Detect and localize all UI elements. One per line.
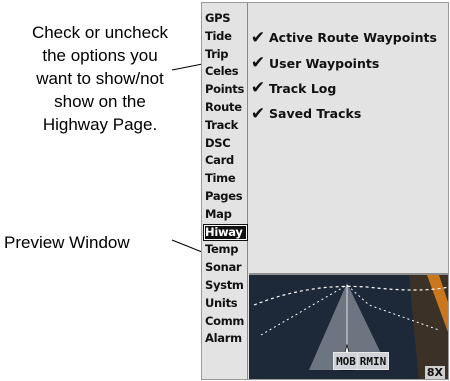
option-row[interactable]: ✔ Active Route Waypoints <box>249 25 437 50</box>
rmin-label: RMIN <box>357 352 389 370</box>
tab-celes[interactable]: Celes <box>203 63 248 81</box>
tab-sonar[interactable]: Sonar <box>203 259 248 277</box>
option-label: User Waypoints <box>269 55 380 71</box>
tab-points[interactable]: Points <box>203 81 248 99</box>
option-label: Active Route Waypoints <box>269 30 437 46</box>
tab-systm[interactable]: Systm <box>203 277 248 295</box>
preview-window: MOB RMIN 8X <box>249 273 448 379</box>
setup-tab-list: GPS Tide Trip Celes Points Route Track DSC Card T… <box>202 10 248 348</box>
tab-time[interactable]: Time <box>203 170 248 188</box>
mob-label: MOB <box>333 352 359 370</box>
option-row[interactable]: ✔ Track Log <box>249 76 437 101</box>
highway-setup-screen: GPS Tide Trip Celes Points Route Track DSC Card T… <box>201 2 449 380</box>
tab-hiway[interactable]: Hiway <box>203 223 248 242</box>
tab-units[interactable]: Units <box>203 295 248 313</box>
tab-comm[interactable]: Comm <box>203 313 248 331</box>
tab-trip[interactable]: Trip <box>203 46 248 64</box>
tab-dsc[interactable]: DSC <box>203 135 248 153</box>
option-label: Saved Tracks <box>269 106 362 122</box>
checkmark-icon[interactable]: ✔ <box>249 78 267 98</box>
checkmark-icon[interactable]: ✔ <box>249 104 267 124</box>
checkmark-icon[interactable]: ✔ <box>249 53 267 73</box>
preview-leader-line <box>171 239 203 253</box>
tab-pages[interactable]: Pages <box>203 188 248 206</box>
highway-options-list: ✔ Active Route Waypoints ✔ User Waypoints ✔ T… <box>249 25 437 127</box>
tab-gps[interactable]: GPS <box>203 10 248 28</box>
tab-temp[interactable]: Temp <box>203 241 248 259</box>
option-label: Track Log <box>269 80 337 96</box>
tab-tide[interactable]: Tide <box>203 28 248 46</box>
tab-route[interactable]: Route <box>203 99 248 117</box>
tab-alarm[interactable]: Alarm <box>203 330 248 348</box>
tab-card[interactable]: Card <box>203 152 248 170</box>
tab-map[interactable]: Map <box>203 206 248 224</box>
zoom-level: 8X <box>424 366 445 379</box>
option-row[interactable]: ✔ User Waypoints <box>249 50 437 75</box>
tab-track[interactable]: Track <box>203 117 248 135</box>
checkmark-icon[interactable]: ✔ <box>249 28 267 48</box>
option-row[interactable]: ✔ Saved Tracks <box>249 101 437 126</box>
